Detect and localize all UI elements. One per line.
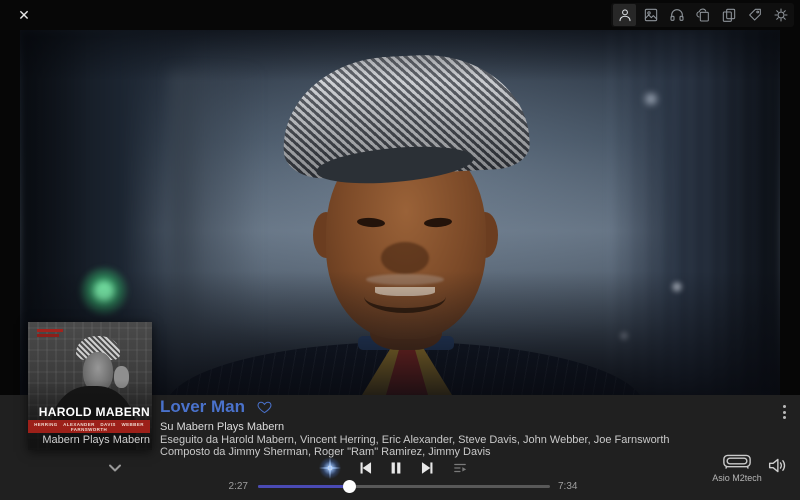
seek-handle[interactable] <box>343 480 356 493</box>
copy-files-icon[interactable] <box>717 4 740 26</box>
chevron-down-icon[interactable] <box>103 459 127 477</box>
album-thumbnail[interactable]: HAROLD MABERN HERRING ALEXANDER DAVIS WE… <box>28 322 152 450</box>
track-title-link[interactable]: Lover Man <box>160 397 245 417</box>
album-art-icon[interactable] <box>639 4 662 26</box>
roon-radio-sparkle-icon <box>319 457 341 479</box>
seek-bar[interactable] <box>258 485 550 488</box>
headphones-icon[interactable] <box>665 4 688 26</box>
pause-button[interactable] <box>385 457 407 479</box>
performers-line: Eseguito da Harold Mabern, Vincent Herri… <box>160 434 670 446</box>
album-title: Mabern Plays Mabern <box>28 434 150 446</box>
track-title-row: Lover Man <box>160 397 272 417</box>
album-line: Su Mabern Plays Mabern <box>160 421 284 433</box>
album-artist-name: HAROLD MABERN <box>28 405 150 419</box>
previous-track-button[interactable] <box>354 457 376 479</box>
duration-time: 7:34 <box>558 481 577 492</box>
elapsed-time: 2:27 <box>206 481 248 492</box>
settings-gear-icon[interactable] <box>769 4 792 26</box>
seek-progress-fill <box>258 485 349 488</box>
cloud-file-icon[interactable] <box>691 4 714 26</box>
zone-name: Asio M2tech <box>712 473 762 483</box>
now-playing-screen: ✕ <box>0 0 800 500</box>
tag-icon[interactable] <box>743 4 766 26</box>
top-bar: ✕ <box>0 0 800 30</box>
album-text-block: HAROLD MABERN HERRING ALEXANDER DAVIS WE… <box>28 405 150 446</box>
more-options-icon[interactable] <box>776 401 792 423</box>
art-source-toolbar <box>611 3 794 27</box>
audio-device-icon <box>722 453 752 470</box>
favorite-heart-icon[interactable] <box>257 400 272 414</box>
next-track-button[interactable] <box>416 457 438 479</box>
queue-icon[interactable] <box>449 457 471 479</box>
close-icon[interactable]: ✕ <box>12 4 36 26</box>
volume-icon[interactable] <box>764 455 790 479</box>
zone-selector-button[interactable]: Asio M2tech <box>706 453 768 483</box>
artist-photo-icon[interactable] <box>613 4 636 26</box>
album-sidemen-strip: HERRING ALEXANDER DAVIS WEBBER FARNSWORT… <box>28 420 150 433</box>
